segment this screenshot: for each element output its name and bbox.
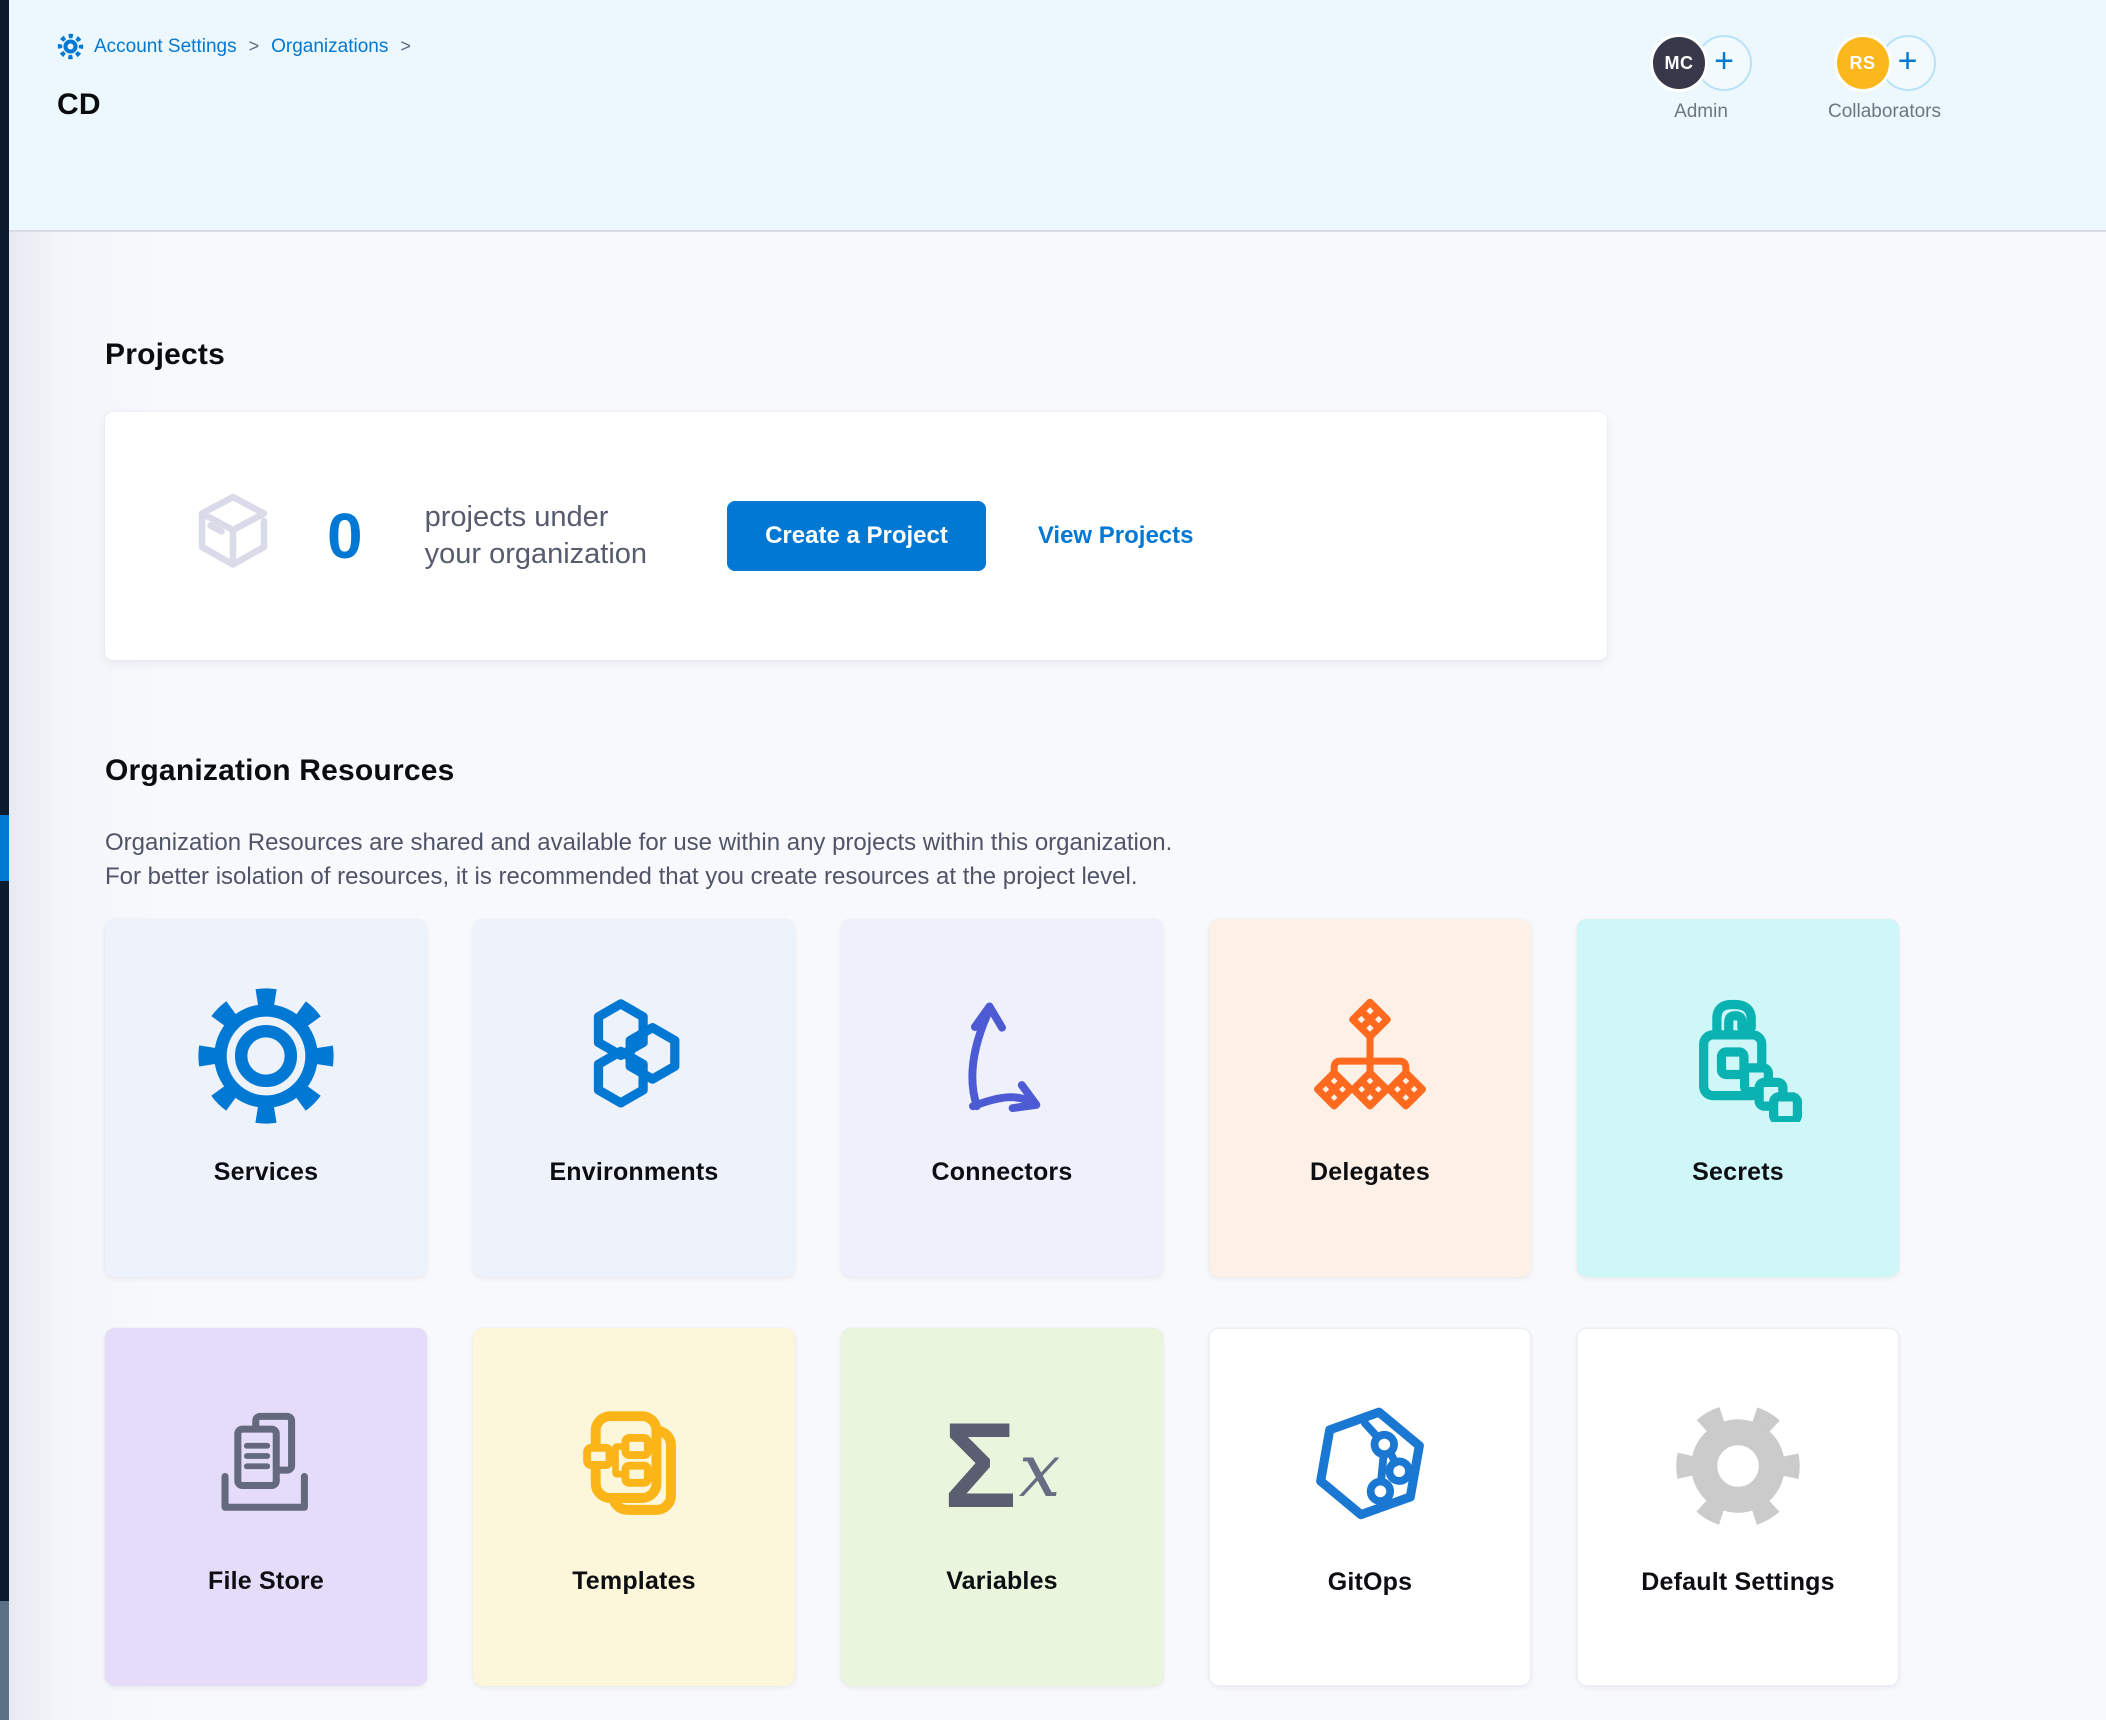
collaborator-avatar[interactable]: RS [1834,34,1892,92]
resource-card-label: Templates [572,1567,696,1596]
view-projects-link[interactable]: View Projects [1038,522,1194,550]
plus-icon: + [1714,42,1734,81]
resource-card-environments[interactable]: Environments [473,919,795,1277]
org-resources-description: Organization Resources are shared and av… [105,826,2106,894]
collaborators-group: RS + Collaborators [1828,34,1941,123]
resource-card-label: Services [214,1158,318,1187]
projects-heading: Projects [105,234,2106,372]
secrets-lock-icon [1672,981,1804,1131]
resource-card-label: Environments [549,1158,718,1187]
admin-label: Admin [1674,101,1728,123]
resource-card-secrets[interactable]: Secrets [1577,919,1899,1277]
breadcrumb: Account Settings > Organizations > [57,33,413,60]
main-content: Projects 0 projects under your organizat… [9,234,2106,1720]
templates-icon [568,1390,700,1540]
default-settings-gear-icon [1673,1391,1803,1541]
admin-avatar[interactable]: MC [1650,34,1708,92]
breadcrumb-organizations[interactable]: Organizations [271,36,388,58]
projects-card: 0 projects under your organization Creat… [105,412,1607,660]
members-summary: MC + Admin RS + Collaborators [1650,34,1941,123]
file-store-icon [202,1390,330,1540]
environments-hexagons-icon [568,981,700,1131]
breadcrumb-separator: > [398,36,413,57]
project-count: 0 [327,499,363,573]
resource-card-label: GitOps [1328,1568,1413,1597]
project-count-caption: projects under your organization [425,499,647,573]
sidebar-active-indicator [0,815,9,881]
cube-icon [183,484,283,589]
collaborators-label: Collaborators [1828,101,1941,123]
resource-card-services[interactable]: Services [105,919,427,1277]
resource-card-delegates[interactable]: Delegates [1209,919,1531,1277]
resource-card-gitops[interactable]: GitOps [1209,1328,1531,1686]
plus-icon: + [1898,42,1918,81]
resource-card-default-settings[interactable]: Default Settings [1577,1328,1899,1686]
resource-card-label: File Store [208,1567,324,1596]
resource-grid: Services Environments [105,919,2106,1686]
collapsed-sidebar[interactable] [0,0,9,1720]
resource-card-variables[interactable]: Σx Variables [841,1328,1163,1686]
breadcrumb-separator: > [247,36,262,57]
connectors-arrows-icon [936,981,1068,1131]
admin-group: MC + Admin [1650,34,1752,123]
org-resources-heading: Organization Resources [105,660,2106,788]
breadcrumb-account-settings[interactable]: Account Settings [94,36,237,58]
page-title: CD [57,88,101,122]
settings-gear-icon [57,33,84,60]
resource-card-templates[interactable]: Templates [473,1328,795,1686]
resource-card-label: Default Settings [1641,1568,1835,1597]
services-gear-icon [197,981,335,1131]
resource-card-label: Delegates [1310,1158,1430,1187]
variables-sigma-icon: Σx [944,1390,1061,1540]
sidebar-bottom-segment [0,1601,9,1720]
resource-card-file-store[interactable]: File Store [105,1328,427,1686]
create-project-button[interactable]: Create a Project [727,501,986,571]
organization-page: Account Settings > Organizations > CD MC… [0,0,2106,1720]
resource-card-connectors[interactable]: Connectors [841,919,1163,1277]
resource-card-label: Connectors [932,1158,1073,1187]
resource-card-label: Variables [946,1567,1058,1596]
delegates-tree-icon [1306,981,1434,1131]
resource-card-label: Secrets [1692,1158,1784,1187]
page-header: Account Settings > Organizations > CD MC… [9,0,2106,232]
gitops-icon [1305,1391,1435,1541]
